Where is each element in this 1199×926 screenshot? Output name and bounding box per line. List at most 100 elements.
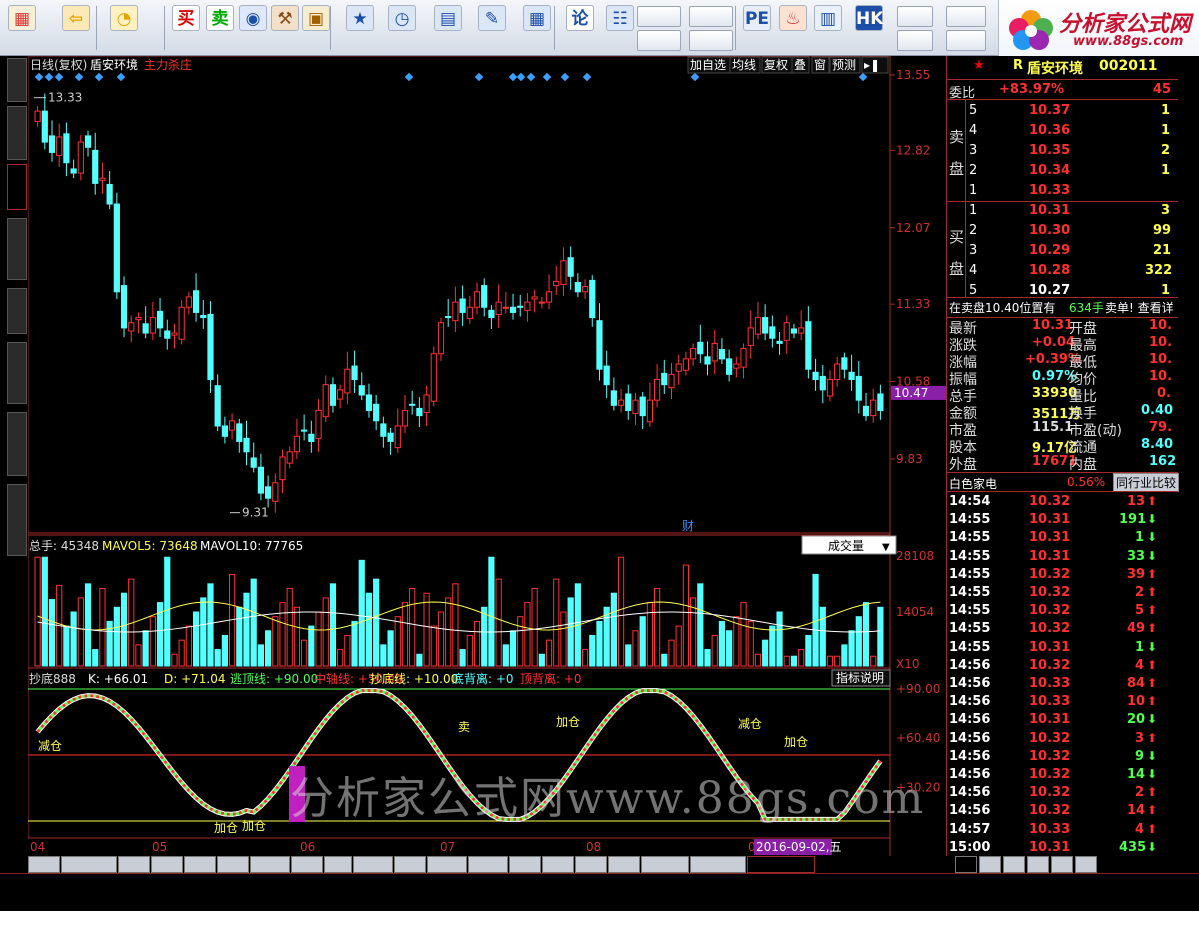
- toolbar-button-18[interactable]: HK: [848, 3, 890, 53]
- toolbar-separator: [96, 6, 97, 50]
- indicator-annotation-2: 加仓: [242, 819, 266, 833]
- toolbar-button-12[interactable]: ▦: [517, 3, 557, 53]
- toolbar-button-6[interactable]: ⚒: [269, 3, 301, 53]
- toolbar-mini-button-4[interactable]: [897, 6, 933, 27]
- left-tab-6[interactable]: [7, 412, 27, 476]
- candle-body: [783, 322, 790, 341]
- toolbar-button-7[interactable]: ▣: [300, 3, 332, 53]
- left-tab-3[interactable]: [7, 218, 27, 280]
- toolbar-button-9[interactable]: ◷: [384, 3, 420, 53]
- volume-bar: [783, 655, 790, 667]
- indicator-tab-10[interactable]: [394, 856, 426, 873]
- quote-tab-3[interactable]: [1027, 856, 1049, 873]
- toolbar-mini-button-5[interactable]: [897, 30, 933, 51]
- toolbar-button-16[interactable]: ♨: [777, 3, 809, 53]
- indicator-tab-4[interactable]: [184, 856, 216, 873]
- tick-time: 14:55: [949, 566, 991, 582]
- up-arrow-icon: ⬆: [1147, 730, 1158, 745]
- toolbar-mini-button-2[interactable]: [689, 6, 733, 27]
- toolbar-button-15[interactable]: PE: [740, 3, 774, 53]
- candle-body: [214, 385, 221, 427]
- indicator-tab-6[interactable]: [250, 856, 290, 873]
- indicator-tab-11[interactable]: [427, 856, 467, 873]
- candle-body: [553, 280, 560, 287]
- buy-level-price: 10.27: [1029, 283, 1071, 298]
- indicator-tab-18[interactable]: [690, 856, 746, 873]
- buy-level-vol: 21: [1153, 243, 1172, 258]
- left-tab-5[interactable]: [7, 342, 27, 404]
- indicator-tab-3[interactable]: [151, 856, 183, 873]
- toolbar-button-4[interactable]: 卖: [204, 3, 236, 53]
- lock-icon: ▣: [302, 5, 330, 31]
- quote-tab-2[interactable]: [1003, 856, 1025, 873]
- toolbar-button-10[interactable]: ▤: [424, 3, 472, 53]
- kline-chart[interactable]: 13.5512.8212.0711.3310.589.8310.4713.339…: [28, 56, 946, 856]
- toolbar-mini-button-1[interactable]: [637, 30, 681, 51]
- chart-area[interactable]: 13.55 12.82 12.07 11.33 10.58 9.83 10.47 13.33 9…: [28, 56, 946, 856]
- toolbar-button-8[interactable]: ★: [337, 3, 383, 53]
- order-notice-vol: 634手: [1069, 301, 1104, 315]
- toolbar-button-14[interactable]: ☷: [604, 3, 636, 53]
- toolbar-icon-button-1[interactable]: ⇦: [52, 3, 100, 53]
- indicator-tab-19[interactable]: [747, 856, 815, 873]
- indicator-tab-17[interactable]: [641, 856, 689, 873]
- toolbar-mini-button-6[interactable]: [946, 6, 986, 27]
- indicator-tab-1[interactable]: [61, 856, 117, 873]
- toolbar-icon-button-0[interactable]: ▦: [4, 3, 40, 53]
- news-icon: ☷: [606, 5, 634, 31]
- x-axis-label: 08: [586, 840, 601, 854]
- peer-compare-button[interactable]: 同行业比较: [1113, 473, 1180, 492]
- indicator-tab-16[interactable]: [608, 856, 640, 873]
- indicator-tab-13[interactable]: [509, 856, 541, 873]
- logo-url: www.88gs.com: [1073, 34, 1184, 49]
- candle-body: [834, 363, 841, 381]
- quote-tab-0[interactable]: [955, 856, 977, 873]
- chart-expand-icon: ▸❚: [864, 58, 880, 72]
- stat-value-2: 10.: [1149, 335, 1173, 350]
- toolbar-button-11[interactable]: ✎: [472, 3, 512, 53]
- indicator-tab-8[interactable]: [324, 856, 352, 873]
- indicator-tab-0[interactable]: [28, 856, 60, 873]
- indicator-tab-7[interactable]: [291, 856, 323, 873]
- left-tab-7[interactable]: [7, 484, 27, 556]
- toolbar-button-5[interactable]: ◉: [237, 3, 269, 53]
- toolbar-separator: [735, 6, 736, 50]
- window-bottom-edge: [0, 911, 1199, 926]
- indicator-tab-9[interactable]: [353, 856, 393, 873]
- left-tab-0[interactable]: [7, 58, 27, 102]
- left-tab-1[interactable]: [7, 106, 27, 160]
- candle-body: [272, 482, 279, 502]
- volume-bar: [726, 630, 733, 667]
- left-tab-4[interactable]: [7, 288, 27, 334]
- quote-tab-5[interactable]: [1075, 856, 1097, 873]
- quote-tab-1[interactable]: [979, 856, 1001, 873]
- indicator-tab-15[interactable]: [575, 856, 607, 873]
- divider: [947, 491, 1178, 492]
- windows-icon: ▦: [8, 5, 36, 31]
- quote-tab-4[interactable]: [1051, 856, 1073, 873]
- toolbar-button-17[interactable]: ▥: [810, 3, 846, 53]
- diamond-marker: [34, 72, 44, 82]
- volume-bar: [164, 556, 171, 667]
- volume-dropdown-arrow-icon: ▼: [882, 542, 890, 553]
- indicator-tab-5[interactable]: [217, 856, 249, 873]
- buy-level-price: 10.30: [1029, 223, 1071, 238]
- down-arrow-icon: ⬇: [1147, 712, 1158, 727]
- indicator-tab-12[interactable]: [468, 856, 508, 873]
- sell-level-num: 5: [969, 103, 978, 118]
- volume-bar: [308, 625, 315, 667]
- up-arrow-icon: ⬆: [1147, 785, 1158, 800]
- left-tab-2[interactable]: [7, 164, 27, 210]
- toolbar-button-3[interactable]: 买: [170, 3, 202, 53]
- toolbar-button-13[interactable]: 论: [560, 3, 600, 53]
- tick-time: 14:55: [949, 548, 991, 564]
- indicator-tab-2[interactable]: [118, 856, 150, 873]
- candle-body: [128, 322, 135, 332]
- toolbar-mini-button-7[interactable]: [946, 30, 986, 51]
- toolbar-mini-button-3[interactable]: [689, 30, 733, 51]
- toolbar-mini-button-0[interactable]: [637, 6, 681, 27]
- toolbar-button-2[interactable]: ◔: [104, 3, 144, 53]
- indicator-tab-14[interactable]: [542, 856, 574, 873]
- volume-bar: [682, 564, 690, 667]
- indicator-legend-3: 逃顶线: +90.00: [230, 672, 318, 686]
